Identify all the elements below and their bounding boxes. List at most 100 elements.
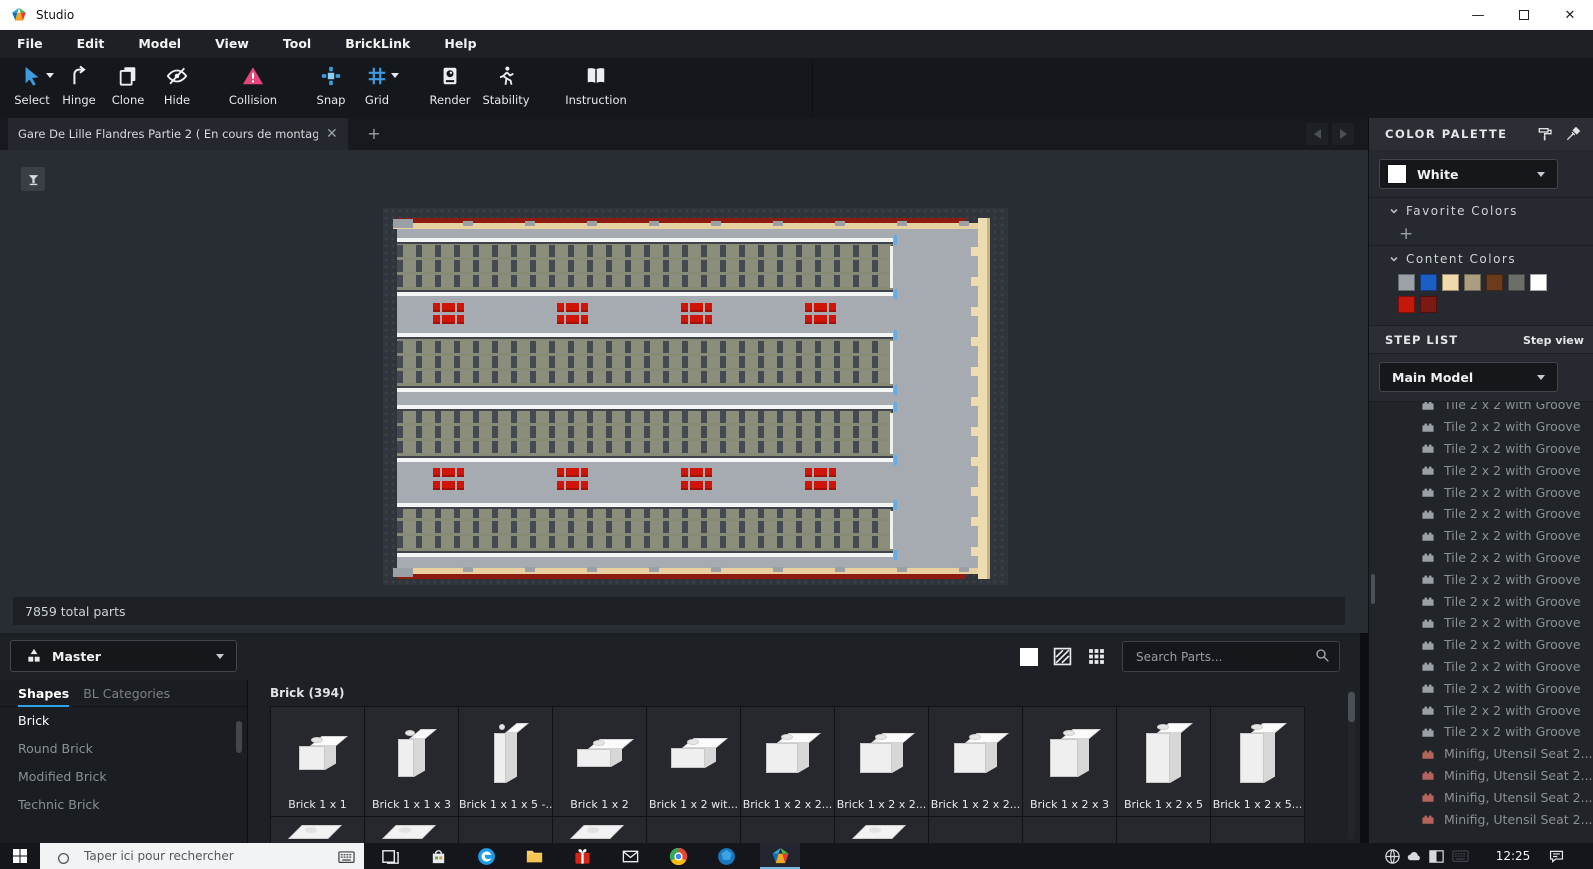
maximize-button[interactable] [1501, 0, 1547, 30]
step-model-dropdown[interactable]: Main Model [1379, 362, 1558, 392]
content-color-swatch[interactable] [1420, 296, 1437, 313]
menu-item-view[interactable]: View [198, 30, 266, 58]
tab-scroll-left-button[interactable] [1306, 123, 1328, 145]
category-item-brick[interactable]: Brick [0, 707, 247, 735]
step-list-item[interactable]: Tile 2 x 2 with Groove [1369, 402, 1593, 416]
tab-close-icon[interactable]: ✕ [326, 126, 338, 142]
step-list-item[interactable]: Tile 2 x 2 with Groove [1369, 677, 1593, 699]
part-tile[interactable]: Brick 1 x 2 x 3 [1023, 707, 1116, 816]
toolbar-button-instruction[interactable]: Instruction [561, 64, 631, 107]
document-tab[interactable]: Gare De Lille Flandres Partie 2 ( En cou… [8, 118, 348, 150]
model-viewport[interactable]: 7859 total parts [0, 150, 1368, 633]
parts-tab-shapes[interactable]: Shapes [18, 686, 69, 701]
toolbar-button-stability[interactable]: Stability [471, 64, 541, 107]
part-tile[interactable]: Brick 1 x 1 x 3 [365, 707, 458, 816]
part-tile[interactable] [365, 817, 458, 843]
step-list-item[interactable]: Minifig, Utensil Seat 2... [1369, 786, 1593, 808]
content-color-swatch[interactable] [1420, 274, 1437, 291]
taskbar-clock[interactable]: 12:25 [1484, 843, 1542, 869]
taskbar-app-gift[interactable] [562, 843, 602, 869]
eyedropper-icon[interactable] [1565, 126, 1593, 142]
part-tile[interactable]: Brick 1 x 2 x 2... [929, 707, 1022, 816]
tray-keyboard-icon[interactable] [1452, 848, 1469, 864]
tray-window-icon[interactable] [1428, 848, 1445, 864]
content-color-swatch[interactable] [1464, 274, 1481, 291]
toolbar-button-grid[interactable]: Grid [342, 64, 412, 107]
decorated-parts-toggle[interactable] [1053, 647, 1072, 666]
step-list-item[interactable]: Tile 2 x 2 with Groove [1369, 721, 1593, 743]
taskbar-app-store[interactable] [418, 843, 458, 869]
color-dropdown[interactable]: White [1379, 159, 1558, 189]
minimize-button[interactable]: — [1455, 0, 1501, 30]
tray-network-icon[interactable] [1384, 848, 1401, 864]
content-colors-toggle[interactable]: Content Colors [1369, 252, 1593, 266]
step-list-item[interactable]: Tile 2 x 2 with Groove [1369, 525, 1593, 547]
part-tile[interactable] [835, 817, 928, 843]
step-list-item[interactable]: Tile 2 x 2 with Groove [1369, 481, 1593, 503]
taskbar-app-edge[interactable] [466, 843, 506, 869]
parts-search-input[interactable]: Search Parts... [1122, 641, 1340, 672]
step-list-item[interactable]: Tile 2 x 2 with Groove [1369, 634, 1593, 656]
add-favorite-color-button[interactable]: + [1399, 224, 1413, 244]
step-list-scrollbar[interactable] [1371, 574, 1375, 604]
taskbar-app-task-view[interactable] [370, 843, 410, 869]
part-tile[interactable]: Brick 1 x 2 x 2... [741, 707, 834, 816]
part-tile[interactable]: Brick 1 x 2 wit... [647, 707, 740, 816]
category-item-technic-brick[interactable]: Technic Brick [0, 791, 247, 819]
start-button[interactable] [0, 843, 40, 869]
step-list-item[interactable]: Tile 2 x 2 with Groove [1369, 568, 1593, 590]
step-list-item[interactable]: Tile 2 x 2 with Groove [1369, 416, 1593, 438]
taskbar-app-chrome[interactable] [658, 843, 698, 869]
part-tile[interactable] [1023, 817, 1116, 843]
lego-model-render[interactable] [393, 218, 990, 579]
model-scope-dropdown[interactable]: Master [10, 640, 237, 672]
step-list-item[interactable]: Tile 2 x 2 with Groove [1369, 459, 1593, 481]
toolbar-button-collision[interactable]: Collision [218, 64, 288, 107]
part-tile[interactable]: Brick 1 x 2 x 2... [835, 707, 928, 816]
menu-item-edit[interactable]: Edit [60, 30, 122, 58]
category-item-modified-brick[interactable]: Modified Brick [0, 763, 247, 791]
part-tile[interactable]: Brick 1 x 1 x 5 -... [459, 707, 552, 816]
content-color-swatch[interactable] [1442, 274, 1459, 291]
chevron-down-icon[interactable] [391, 73, 399, 78]
content-color-swatch[interactable] [1398, 296, 1415, 313]
content-color-swatch[interactable] [1530, 274, 1547, 291]
step-list-item[interactable]: Tile 2 x 2 with Groove [1369, 503, 1593, 525]
current-color-swatch[interactable] [1019, 647, 1038, 666]
part-tile[interactable] [929, 817, 1022, 843]
content-color-swatch[interactable] [1486, 274, 1503, 291]
taskbar-app-studio[interactable] [760, 843, 800, 869]
step-list-item[interactable]: Tile 2 x 2 with Groove [1369, 612, 1593, 634]
taskbar-app-blue-app[interactable] [706, 843, 746, 869]
part-tile[interactable] [459, 817, 552, 843]
menu-item-bricklink[interactable]: BrickLink [328, 30, 427, 58]
view-filter-button[interactable] [21, 167, 45, 191]
content-color-swatch[interactable] [1398, 274, 1415, 291]
part-tile[interactable] [647, 817, 740, 843]
step-list-item[interactable]: Tile 2 x 2 with Groove [1369, 699, 1593, 721]
step-list-item[interactable]: Minifig, Utensil Seat 2... [1369, 743, 1593, 765]
grid-view-toggle[interactable] [1087, 647, 1106, 666]
step-list-item[interactable]: Minifig, Utensil Seat 2... [1369, 808, 1593, 830]
part-tile[interactable] [553, 817, 646, 843]
close-button[interactable]: ✕ [1547, 0, 1593, 30]
part-tile[interactable] [741, 817, 834, 843]
taskbar-search-box[interactable]: Taper ici pour rechercher [40, 843, 364, 869]
parts-grid-scrollbar[interactable] [1348, 690, 1355, 840]
category-scrollbar[interactable] [236, 721, 242, 753]
step-list-item[interactable]: Tile 2 x 2 with Groove [1369, 590, 1593, 612]
part-tile[interactable]: Brick 1 x 2 [553, 707, 646, 816]
part-tile[interactable] [1211, 817, 1304, 843]
menu-item-file[interactable]: File [0, 30, 60, 58]
step-list-item[interactable]: Tile 2 x 2 with Groove [1369, 656, 1593, 678]
category-item-round-brick[interactable]: Round Brick [0, 735, 247, 763]
part-tile[interactable]: Brick 1 x 2 x 5... [1211, 707, 1304, 816]
menu-item-help[interactable]: Help [427, 30, 493, 58]
toolbar-button-hide[interactable]: Hide [142, 64, 212, 107]
part-tile[interactable]: Brick 1 x 1 [271, 707, 364, 816]
content-color-swatch[interactable] [1508, 274, 1525, 291]
menu-item-tool[interactable]: Tool [266, 30, 328, 58]
step-list[interactable]: Tile 2 x 2 with GrooveTile 2 x 2 with Gr… [1369, 402, 1593, 843]
step-list-item[interactable]: Minifig, Utensil Seat 2... [1369, 765, 1593, 787]
part-tile[interactable]: Brick 1 x 2 x 5 [1117, 707, 1210, 816]
